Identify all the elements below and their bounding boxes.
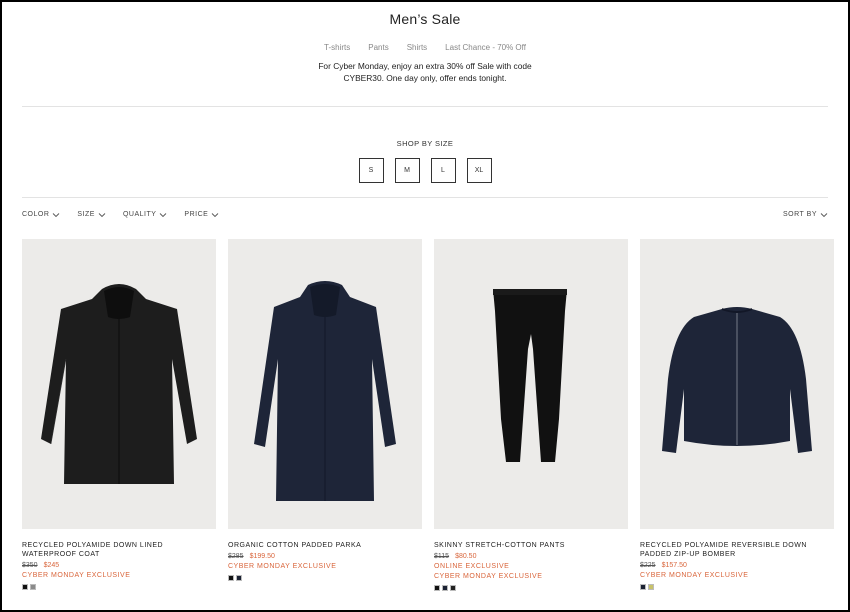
color-swatch-navy[interactable] bbox=[442, 585, 448, 591]
divider bbox=[22, 197, 828, 198]
color-swatch-olive[interactable] bbox=[648, 584, 654, 590]
product-image-navy-bomber-jacket[interactable] bbox=[640, 239, 834, 529]
promo-line: CYBER30. One day only, offer ends tonigh… bbox=[343, 73, 507, 83]
exclusive-badge: CYBER MONDAY EXCLUSIVE bbox=[228, 563, 337, 570]
exclusive-badge: CYBER MONDAY EXCLUSIVE bbox=[22, 572, 131, 579]
chevron-down-icon bbox=[820, 212, 828, 217]
chevron-down-icon bbox=[160, 212, 167, 217]
product-image-black-hooded-coat[interactable] bbox=[22, 239, 216, 529]
product-prices: $115 $80.50 bbox=[434, 552, 628, 562]
product-name[interactable]: ORGANIC COTTON PADDED PARKA bbox=[228, 541, 422, 550]
page: Men’s Sale T-shirts Pants Shirts Last Ch… bbox=[1, 1, 849, 611]
size-buttons: S M L XL bbox=[2, 158, 848, 183]
color-swatch-black[interactable] bbox=[228, 575, 234, 581]
product-name[interactable]: RECYCLED POLYAMIDE REVERSIBLE DOWN PADDE… bbox=[640, 541, 834, 559]
bomber-illustration bbox=[662, 307, 812, 453]
shop-by-size-title: SHOP BY SIZE bbox=[396, 139, 454, 148]
color-swatch-black[interactable] bbox=[22, 584, 28, 590]
filter-label: COLOR bbox=[22, 211, 50, 218]
chevron-down-icon bbox=[98, 212, 106, 217]
product-prices: $225 $157.50 bbox=[640, 561, 834, 571]
promo-message: For Cyber Monday, enjoy an extra 30% off… bbox=[2, 60, 848, 84]
product-name[interactable]: RECYCLED POLYAMIDE DOWN LINED WATERPROOF… bbox=[22, 541, 216, 559]
filter-label: QUALITY bbox=[122, 211, 157, 218]
filter-price[interactable]: PRICE bbox=[184, 211, 219, 218]
exclusive-badge: CYBER MONDAY EXCLUSIVE bbox=[434, 573, 543, 580]
product-prices: $350 $245 bbox=[22, 561, 216, 571]
product-image-black-pants[interactable] bbox=[434, 239, 628, 529]
filter-label: SIZE bbox=[77, 211, 95, 218]
coat-illustration bbox=[41, 284, 197, 484]
sale-price: $157.50 bbox=[661, 562, 687, 569]
filter-bar: COLOR SIZE QUALITY PRICE bbox=[22, 211, 219, 218]
product-image-navy-hooded-parka[interactable] bbox=[228, 239, 422, 529]
sale-price: $80.50 bbox=[455, 553, 477, 560]
sort-label: SORT BY bbox=[783, 211, 817, 218]
product-card: ORGANIC COTTON PADDED PARKA $285 $199.50 … bbox=[228, 239, 422, 591]
subnav-pants[interactable]: Pants bbox=[368, 43, 388, 52]
color-swatches bbox=[640, 584, 834, 590]
size-button-xl[interactable]: XL bbox=[466, 158, 492, 183]
exclusive-badge: ONLINE EXCLUSIVE bbox=[434, 563, 510, 570]
promo-line: For Cyber Monday, enjoy an extra 30% off… bbox=[318, 61, 532, 71]
divider bbox=[22, 106, 828, 107]
exclusive-badge: CYBER MONDAY EXCLUSIVE bbox=[640, 572, 749, 579]
filter-color[interactable]: COLOR bbox=[22, 211, 60, 218]
sort-by-dropdown[interactable]: SORT BY bbox=[783, 211, 828, 218]
filter-quality[interactable]: QUALITY bbox=[123, 211, 167, 218]
original-price: $350 bbox=[22, 562, 38, 569]
sale-price: $245 bbox=[43, 562, 60, 569]
chevron-down-icon bbox=[212, 212, 219, 217]
size-button-l[interactable]: L bbox=[430, 158, 456, 183]
chevron-down-icon bbox=[53, 212, 60, 217]
product-prices: $285 $199.50 bbox=[228, 552, 422, 562]
color-swatch-grey[interactable] bbox=[30, 584, 36, 590]
parka-illustration bbox=[254, 281, 396, 501]
color-swatches bbox=[22, 584, 216, 590]
color-swatches bbox=[434, 585, 628, 591]
color-swatch-navy[interactable] bbox=[236, 575, 242, 581]
subnav-tshirts[interactable]: T-shirts bbox=[324, 43, 350, 52]
color-swatch-charcoal[interactable] bbox=[450, 585, 456, 591]
pants-illustration bbox=[493, 289, 567, 462]
filter-label: PRICE bbox=[184, 211, 209, 218]
subnav-shirts[interactable]: Shirts bbox=[407, 43, 427, 52]
size-button-m[interactable]: M bbox=[394, 158, 420, 183]
size-button-s[interactable]: S bbox=[358, 158, 384, 183]
original-price: $225 bbox=[640, 562, 656, 569]
product-card: SKINNY STRETCH-COTTON PANTS $115 $80.50 O… bbox=[434, 239, 628, 591]
product-grid: RECYCLED POLYAMIDE DOWN LINED WATERPROOF… bbox=[22, 239, 834, 591]
original-price: $285 bbox=[228, 553, 244, 560]
product-name[interactable]: SKINNY STRETCH-COTTON PANTS bbox=[434, 541, 628, 550]
filter-size[interactable]: SIZE bbox=[77, 211, 106, 218]
color-swatch-black[interactable] bbox=[434, 585, 440, 591]
category-nav: T-shirts Pants Shirts Last Chance - 70% … bbox=[2, 43, 848, 52]
page-title: Men’s Sale bbox=[389, 11, 461, 27]
sale-price: $199.50 bbox=[249, 553, 275, 560]
product-card: RECYCLED POLYAMIDE REVERSIBLE DOWN PADDE… bbox=[640, 239, 834, 591]
color-swatch-navy[interactable] bbox=[640, 584, 646, 590]
product-card: RECYCLED POLYAMIDE DOWN LINED WATERPROOF… bbox=[22, 239, 216, 591]
subnav-last-chance[interactable]: Last Chance - 70% Off bbox=[445, 43, 526, 52]
color-swatches bbox=[228, 575, 422, 581]
original-price: $115 bbox=[434, 553, 450, 560]
